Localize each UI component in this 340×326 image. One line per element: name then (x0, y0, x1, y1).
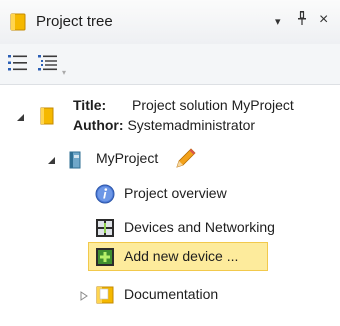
tree-item-project-overview[interactable]: Project overview (0, 182, 340, 208)
tree-item-label: MyProject (96, 150, 159, 166)
info-icon (95, 184, 115, 204)
tree-item-add-new-device[interactable]: Add new device ... (88, 244, 268, 270)
panel-title: Project tree (36, 13, 113, 30)
author-value: Systemadministrator (127, 117, 256, 133)
tree-item-label: Project overview (124, 185, 227, 201)
expand-arrow-icon[interactable] (16, 113, 25, 122)
title-value: Project solution MyProject (131, 97, 294, 113)
collapse-arrow-icon[interactable] (80, 291, 88, 301)
project-solution-icon (40, 107, 54, 125)
panel-menu-button[interactable]: ▾ (275, 15, 281, 28)
tree-item-myproject[interactable]: MyProject (0, 147, 340, 173)
devices-networking-icon (96, 219, 114, 237)
expand-arrow-icon[interactable] (47, 156, 56, 165)
author-key: Author: (73, 117, 124, 133)
documentation-icon (96, 286, 114, 304)
detail-list-view-icon[interactable] (37, 53, 59, 73)
project-tree-icon (10, 13, 26, 31)
pin-icon[interactable] (297, 11, 307, 29)
add-device-icon (96, 248, 114, 266)
project-tree-panel: Project tree ▾ × ▾ Title: Project soluti… (0, 0, 340, 326)
title-key: Title: (73, 97, 107, 113)
list-view-icon[interactable] (7, 53, 29, 73)
pencil-icon[interactable] (173, 147, 197, 171)
project-tree: Title: Project solution MyProject Author… (0, 85, 340, 326)
tree-item-label: Add new device ... (124, 248, 239, 264)
tree-root-item[interactable]: Title: Project solution MyProject Author… (0, 95, 340, 139)
tree-item-documentation[interactable]: Documentation (0, 283, 340, 309)
panel-title-bar: Project tree ▾ × (0, 0, 340, 45)
toolbar-dropdown-icon[interactable]: ▾ (62, 68, 66, 77)
tree-item-label: Documentation (124, 286, 219, 302)
panel-toolbar: ▾ (0, 44, 340, 85)
tree-item-devices-networking[interactable]: Devices and Networking (0, 215, 340, 241)
tree-item-label: Devices and Networking (124, 219, 275, 235)
project-icon (69, 151, 81, 169)
close-button[interactable]: × (319, 11, 328, 29)
